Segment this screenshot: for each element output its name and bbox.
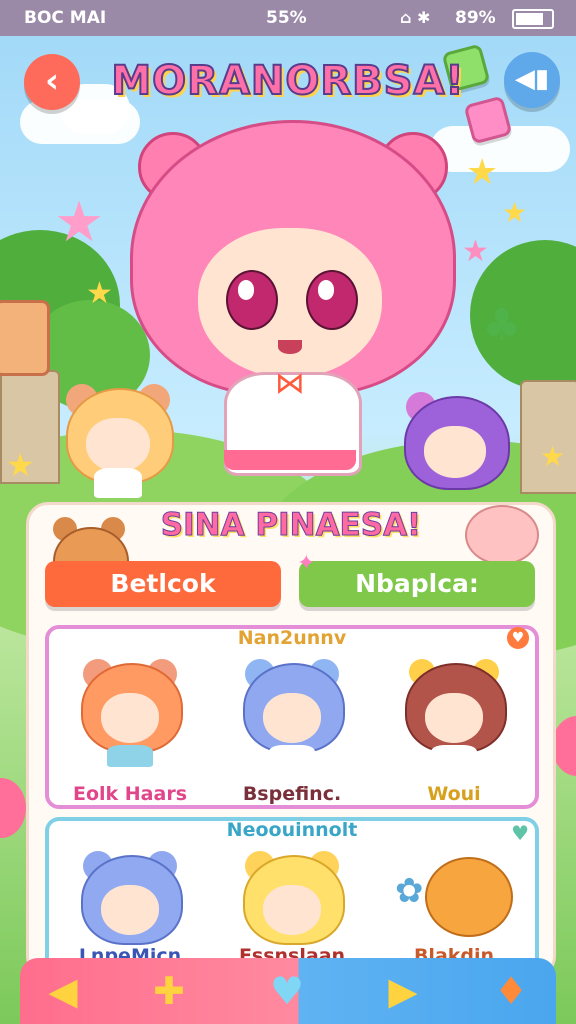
- star-icon: ★: [86, 276, 113, 311]
- arrow-left-icon: ◀: [48, 969, 78, 1013]
- star-icon: ✦: [297, 551, 316, 576]
- section-title: Nan2unnv: [237, 627, 347, 649]
- status-battery-text: 89%: [455, 8, 496, 28]
- character-card[interactable]: LnpeMicn: [65, 841, 195, 971]
- face: [425, 693, 483, 743]
- body: [94, 468, 142, 498]
- section-title: Neoouinnolt: [226, 819, 358, 841]
- heart-badge-icon: ♥: [507, 627, 529, 649]
- star-icon: ★: [54, 190, 105, 255]
- status-bar: BOC MAI 55% ⌂ ✱ 89%: [0, 0, 576, 36]
- clover-icon: ♣: [482, 300, 522, 351]
- battery-icon: [512, 9, 554, 29]
- character-card[interactable]: Woui: [389, 649, 519, 805]
- bubble-decoration: [0, 778, 26, 838]
- heart-icon: ♥: [269, 969, 305, 1013]
- bear-head: [425, 857, 513, 937]
- face: [263, 693, 321, 743]
- character-card[interactable]: ✿ Blakdin: [389, 841, 519, 971]
- character-section: Nan2unnv ♥ Eolk Haars Bspefinc. Woui: [45, 625, 539, 809]
- star-icon: ★: [466, 152, 499, 193]
- character-card[interactable]: Eolk Haars: [65, 649, 195, 805]
- character-card[interactable]: Bspefinc.: [227, 649, 357, 805]
- character-name: Bspefinc.: [242, 783, 342, 805]
- character-card[interactable]: Essnslaan: [227, 841, 357, 971]
- carrot-icon: ♦: [493, 969, 529, 1013]
- status-center: 55%: [266, 8, 307, 28]
- body: [431, 745, 477, 767]
- star-icon: ★: [462, 234, 489, 269]
- bow-icon: ⋈: [275, 366, 305, 401]
- fence-decoration: [520, 380, 576, 494]
- skirt-stripe: [224, 450, 356, 470]
- status-carrier: BOC MAI: [24, 8, 107, 28]
- face: [101, 885, 159, 935]
- house-decoration: [0, 300, 50, 376]
- star-icon: ★: [6, 446, 35, 484]
- face: [263, 885, 321, 935]
- left-eye: [226, 270, 278, 330]
- play-icon: ▶: [388, 969, 418, 1013]
- body: [269, 745, 315, 767]
- star-icon: ★: [502, 196, 528, 229]
- game-title: MORANORBSA!: [110, 57, 465, 105]
- puzzle-button[interactable]: ✚: [142, 966, 196, 1016]
- character-name: Woui: [427, 783, 481, 805]
- face: [86, 418, 150, 472]
- carrot-button[interactable]: ♦: [484, 966, 538, 1016]
- character-select-panel: SINA PINAESA! Betlcok Nbaplca: ✦ Nan2unn…: [26, 502, 556, 978]
- mouth: [278, 340, 302, 354]
- left-option-button[interactable]: Betlcok: [45, 561, 281, 607]
- balloon-icon: ✿: [395, 871, 424, 911]
- side-character-right: [400, 380, 510, 500]
- pig-mascot-icon: [465, 505, 539, 565]
- face: [424, 426, 486, 478]
- character-section: Neoouinnolt ♥ LnpeMicn Essnslaan ✿ Blakd…: [45, 817, 539, 971]
- bottom-nav-bar: ◀ ✚ ♥ ▶ ♦: [20, 958, 556, 1024]
- arrow-left-button[interactable]: ◀: [36, 966, 90, 1016]
- game-scene: BOC MAI 55% ⌂ ✱ 89% ★ ★ ★ ★ ★ ★ ★ ♣ ‹ ◀▮…: [0, 0, 576, 1024]
- side-character-left: [58, 362, 178, 502]
- right-eye: [306, 270, 358, 330]
- play-button[interactable]: ▶: [376, 966, 430, 1016]
- puzzle-piece-icon: ✚: [153, 969, 185, 1013]
- wifi-icon: ⌂ ✱: [400, 8, 431, 27]
- character-name: Eolk Haars: [72, 783, 188, 805]
- favorite-button[interactable]: ♥: [260, 966, 314, 1016]
- star-icon: ★: [540, 440, 566, 473]
- body: [107, 745, 153, 767]
- face: [101, 693, 159, 743]
- right-option-button[interactable]: Nbaplca:: [299, 561, 535, 607]
